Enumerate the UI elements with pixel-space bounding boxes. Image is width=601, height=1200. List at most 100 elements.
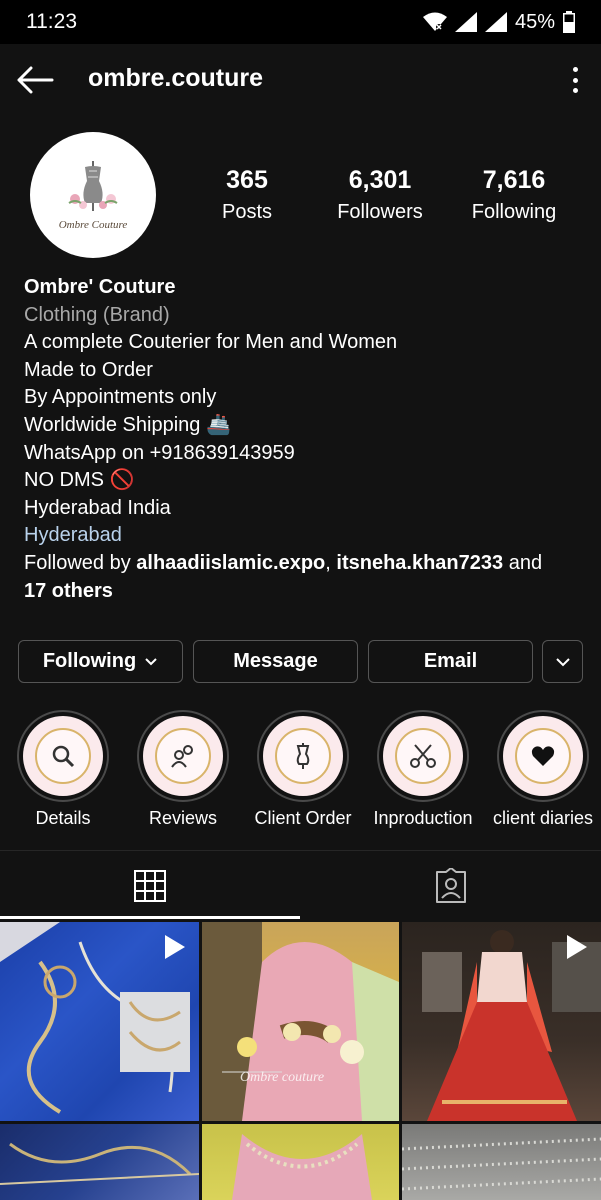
profile-tabs xyxy=(0,850,601,920)
followers-label: Followers xyxy=(337,201,423,223)
profile-header: ombre.couture xyxy=(0,44,601,116)
tagged-person-icon xyxy=(435,868,466,903)
suggested-accounts-button[interactable] xyxy=(542,640,583,683)
highlight-cover xyxy=(503,716,583,796)
bio-line: A complete Couterier for Men and Women xyxy=(24,331,398,354)
more-dot xyxy=(572,67,578,72)
email-button[interactable]: Email xyxy=(368,640,533,683)
post-thumbnail[interactable] xyxy=(402,922,601,1121)
tab-posts-grid[interactable] xyxy=(0,851,300,921)
heart-icon xyxy=(531,746,555,766)
highlight-label: Client Order xyxy=(254,808,352,828)
reel-play-icon xyxy=(567,935,587,959)
followed-by-user[interactable]: itsneha.khan7233 xyxy=(336,552,503,574)
more-options-button[interactable] xyxy=(565,64,585,96)
message-button-label: Message xyxy=(233,650,318,672)
reel-play-icon xyxy=(165,935,185,959)
followed-by-and: and xyxy=(508,551,543,574)
more-dot xyxy=(572,77,578,83)
highlight-inproduction[interactable]: Inproduction xyxy=(368,710,478,829)
active-tab-indicator xyxy=(0,916,300,919)
post-thumbnail[interactable] xyxy=(402,1124,601,1200)
location-link[interactable]: Hyderabad xyxy=(24,522,584,550)
bio-line: Made to Order xyxy=(24,358,153,381)
posts-count: 365 xyxy=(226,166,268,194)
highlight-client-order[interactable]: Client Order xyxy=(248,710,358,829)
highlight-cover xyxy=(383,716,463,796)
highlight-label: Inproduction xyxy=(373,808,473,828)
highlight-frame xyxy=(35,728,91,784)
highlight-frame xyxy=(275,728,331,784)
highlight-label: client diaries xyxy=(492,808,594,828)
highlight-frame xyxy=(395,728,451,784)
highlight-ring xyxy=(17,710,109,802)
post-image xyxy=(0,1142,199,1185)
stat-following[interactable]: 7,616 Following xyxy=(462,166,566,224)
following-button[interactable]: Following xyxy=(18,640,183,683)
post-watermark: Ombre couture xyxy=(240,1070,325,1085)
status-bar: 11:23 45% xyxy=(0,0,601,44)
bio-line: By Appointments only xyxy=(24,386,217,409)
bio-line: Hyderabad India xyxy=(24,496,171,519)
highlight-cover xyxy=(263,716,343,796)
highlight-reviews[interactable]: Reviews xyxy=(128,710,238,829)
highlight-ring xyxy=(377,710,469,802)
profile-bio: Ombre' Couture Clothing (Brand) A comple… xyxy=(24,274,584,605)
profile-category: Clothing (Brand) xyxy=(24,303,170,326)
post-image xyxy=(402,1137,601,1191)
highlight-ring xyxy=(257,710,349,802)
followed-by-others[interactable]: 17 others xyxy=(24,580,113,602)
back-button[interactable] xyxy=(14,60,56,100)
post-thumbnail[interactable]: Ombre couture xyxy=(202,922,399,1121)
dress-form-logo xyxy=(68,161,118,211)
followed-by-prefix: Followed by xyxy=(24,551,131,574)
stat-posts[interactable]: 365 Posts xyxy=(207,166,287,224)
highlight-frame xyxy=(515,728,571,784)
signal-icon xyxy=(454,12,477,32)
highlight-ring xyxy=(497,710,589,802)
wifi-icon xyxy=(422,12,447,31)
highlight-ring xyxy=(137,710,229,802)
highlight-cover xyxy=(23,716,103,796)
stat-followers[interactable]: 6,301 Followers xyxy=(330,166,430,224)
dress-form-icon xyxy=(296,743,310,769)
status-icons: 45% xyxy=(422,11,575,34)
tab-tagged[interactable] xyxy=(300,851,601,921)
highlight-client-diaries[interactable]: client diaries xyxy=(488,710,598,829)
following-button-label: Following xyxy=(42,650,137,672)
posts-label: Posts xyxy=(221,201,273,223)
chevron-down-icon xyxy=(145,657,157,665)
post-image xyxy=(232,1134,372,1200)
followed-by-user[interactable]: alhaadiislamic.expo xyxy=(136,552,325,574)
post-image xyxy=(202,922,399,1121)
highlight-details[interactable]: Details xyxy=(8,710,118,829)
bio-line: NO DMS 🚫 xyxy=(24,469,135,492)
post-thumbnail[interactable] xyxy=(202,1124,399,1200)
following-label: Following xyxy=(471,201,557,223)
profile-avatar[interactable]: Ombre Couture xyxy=(30,132,156,258)
email-button-label: Email xyxy=(423,650,478,672)
bio-line: WhatsApp on +918639143959 xyxy=(24,441,295,464)
profile-username: ombre.couture xyxy=(88,64,264,92)
message-button[interactable]: Message xyxy=(193,640,358,683)
chevron-down-icon xyxy=(555,657,570,666)
following-count: 7,616 xyxy=(482,166,546,194)
avatar-caption: Ombre Couture xyxy=(58,219,128,231)
post-thumbnail[interactable] xyxy=(0,1124,199,1200)
highlight-cover xyxy=(143,716,223,796)
bio-line: Worldwide Shipping 🚢 xyxy=(24,413,231,436)
magnifier-icon xyxy=(52,745,75,768)
followers-count: 6,301 xyxy=(348,166,412,194)
highlight-label: Reviews xyxy=(148,808,218,828)
signal-icon-2 xyxy=(484,12,507,32)
highlight-label: Details xyxy=(35,808,91,828)
grid-icon xyxy=(134,870,166,902)
followed-by[interactable]: Followed by alhaadiislamic.expo, itsneha… xyxy=(24,550,584,578)
back-arrow-icon xyxy=(17,66,54,94)
status-time: 11:23 xyxy=(26,10,77,33)
followed-by-separator: , xyxy=(325,551,331,574)
battery-icon xyxy=(563,11,575,33)
post-thumbnail[interactable] xyxy=(0,922,199,1121)
more-dot xyxy=(572,88,578,93)
people-icon xyxy=(171,745,193,768)
